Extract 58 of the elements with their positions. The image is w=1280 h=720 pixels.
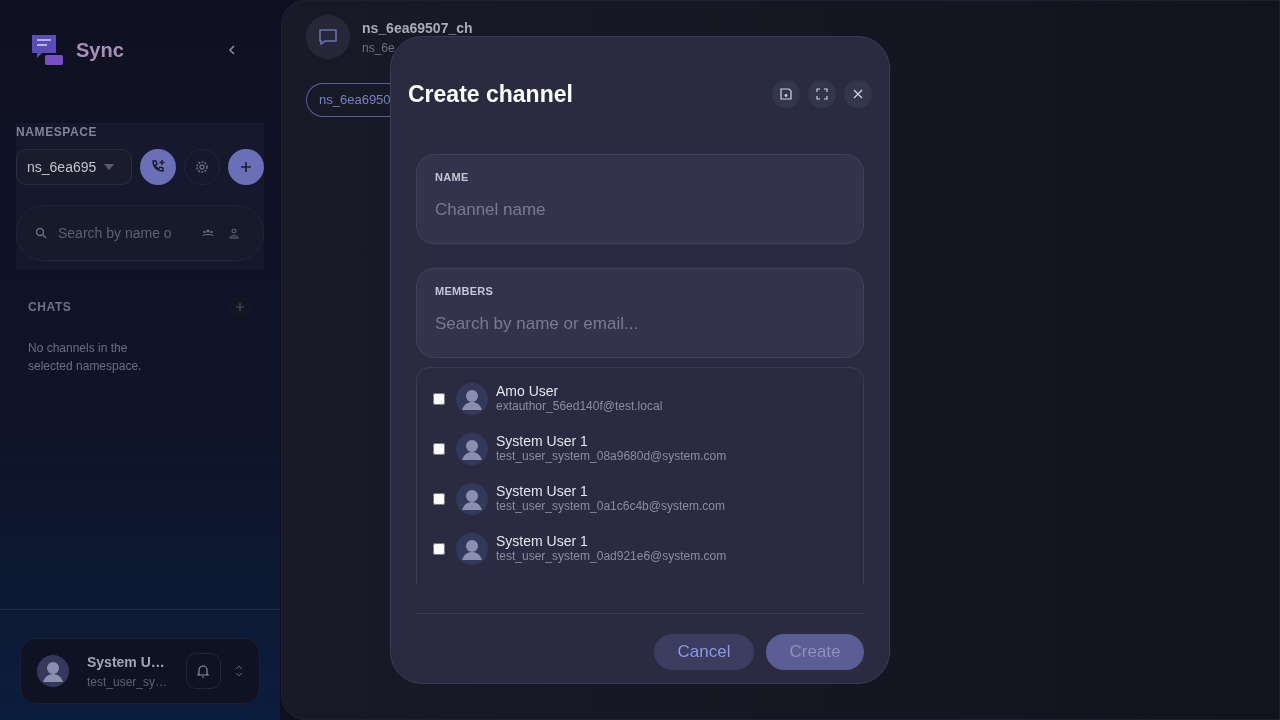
members-search-input[interactable]: Search by name or email... xyxy=(435,311,845,337)
user-name: System U… xyxy=(87,652,166,672)
app-name: Sync xyxy=(76,38,124,63)
namespace-select[interactable]: ns_6ea695 xyxy=(16,149,132,185)
add-call-button[interactable] xyxy=(140,149,176,185)
chat-bubbles-icon xyxy=(30,33,64,67)
avatar-icon xyxy=(456,382,488,415)
empty-message: No channels in the selected namespace. xyxy=(27,340,143,375)
channel-title: ns_6ea69507_ch xyxy=(362,18,473,38)
member-checkbox[interactable] xyxy=(433,392,445,405)
fullscreen-button[interactable] xyxy=(808,80,836,109)
expand-icon[interactable] xyxy=(235,665,243,677)
caret-icon xyxy=(104,164,115,170)
search-field[interactable]: Search by name o xyxy=(58,222,182,244)
member-name: System User 1 xyxy=(496,483,589,499)
person-icon[interactable] xyxy=(228,227,240,239)
member-name: System User 1 xyxy=(496,433,589,449)
field-label: NAME xyxy=(435,169,470,185)
plus-icon xyxy=(236,303,244,311)
member-email: test_user_system_08a9680d@system.com xyxy=(496,449,727,464)
avatar-icon xyxy=(456,532,488,565)
plus-icon xyxy=(240,161,252,173)
avatar-icon xyxy=(37,655,69,687)
fullscreen-icon xyxy=(816,88,828,101)
member-email: test_user_system_0ad921e6@system.com xyxy=(496,549,727,564)
field-label: MEMBERS xyxy=(435,283,495,299)
save-button[interactable] xyxy=(772,80,800,109)
bell-icon xyxy=(195,663,212,679)
group-icon[interactable] xyxy=(202,227,214,239)
avatar-icon xyxy=(456,432,488,465)
chat-icon xyxy=(318,27,338,47)
save-icon xyxy=(780,88,792,101)
member-checkbox[interactable] xyxy=(433,492,445,505)
close-button[interactable] xyxy=(844,80,872,109)
member-name: Amo User xyxy=(496,383,560,399)
members-field[interactable]: MEMBERS Search by name or email... xyxy=(416,267,864,358)
member-name: System User 1 xyxy=(496,533,589,549)
notifications-button[interactable] xyxy=(185,653,222,689)
add-button[interactable] xyxy=(228,149,264,185)
search-icon xyxy=(35,227,47,239)
chats-label: CHATS xyxy=(28,299,72,316)
cancel-button[interactable]: Cancel xyxy=(654,633,754,670)
member-checkbox[interactable] xyxy=(433,542,445,555)
channel-subtitle: ns_6e xyxy=(362,39,396,57)
user-card[interactable]: System U… test_user_sy… xyxy=(20,638,260,704)
name-input[interactable]: Channel name xyxy=(435,197,845,223)
name-field[interactable]: NAME Channel name xyxy=(416,153,864,244)
namespace-label: NAMESPACE xyxy=(16,124,99,141)
close-icon xyxy=(853,89,863,100)
member-checkbox[interactable] xyxy=(433,442,445,455)
avatar-icon xyxy=(456,482,488,515)
settings-icon xyxy=(194,159,210,175)
collapse-icon[interactable] xyxy=(226,44,238,56)
member-email: test_user_system_0a1c6c4b@system.com xyxy=(496,499,725,514)
member-email: extauthor_56ed140f@test.local xyxy=(496,399,663,414)
user-email: test_user_sy… xyxy=(87,673,169,691)
phone-plus-icon xyxy=(150,159,166,175)
dialog-title: Create channel xyxy=(408,80,573,109)
